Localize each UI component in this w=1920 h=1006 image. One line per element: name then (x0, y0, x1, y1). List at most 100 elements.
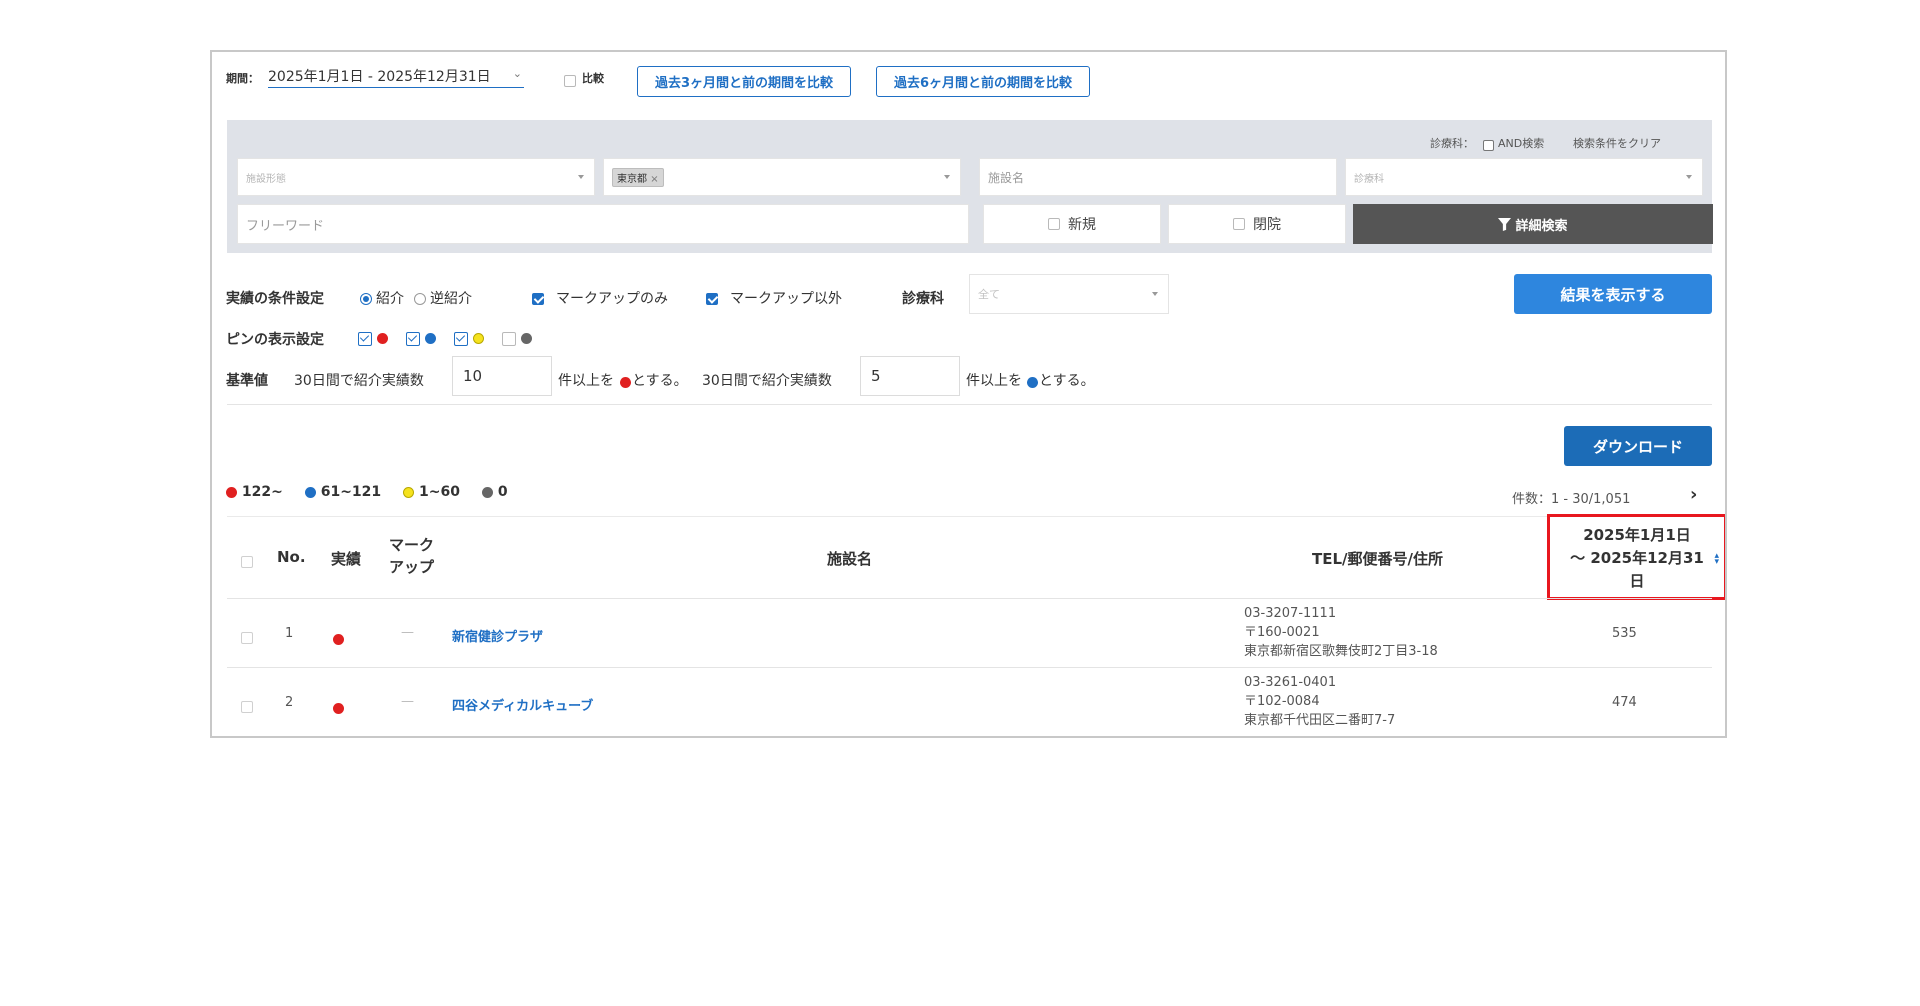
header-contact[interactable]: TEL/郵便番号/住所 (1312, 548, 1443, 569)
remove-tag-icon: × (650, 173, 659, 185)
legend-yellow-icon (403, 486, 415, 498)
header-facility[interactable]: 施設名 (827, 548, 872, 569)
new-filter-label: 新規 (1068, 217, 1096, 233)
compare-checkbox[interactable] (564, 70, 576, 89)
pin-display-label: ピンの表示設定 (226, 332, 324, 348)
download-button[interactable]: ダウンロード (1564, 426, 1712, 466)
blue-dot-icon (1027, 372, 1038, 391)
red-pin-icon (377, 333, 389, 344)
pin-gray-checkbox[interactable] (502, 328, 533, 347)
markup-other-checkbox[interactable] (706, 288, 718, 307)
table-row[interactable]: 1 — 新宿健診プラザ 03-3207-1111 〒160-0021 東京都新宿区歌… (227, 599, 1712, 667)
baseline-text-2: 件以上を (558, 373, 614, 389)
header-no[interactable]: No. (277, 548, 306, 566)
compare-label: 比較 (582, 72, 604, 85)
row-checkbox[interactable] (241, 627, 253, 646)
facility-type-placeholder: 施設形態 (246, 173, 286, 185)
legend-item: 61~121 (304, 484, 381, 500)
legend-item: 0 (482, 484, 508, 500)
gray-pin-icon (521, 333, 533, 344)
legend: 122~ 61~121 1~60 0 (226, 484, 508, 500)
reverse-referral-radio[interactable] (414, 288, 426, 307)
markup-other-label: マークアップ以外 (730, 291, 842, 307)
pin-red-checkbox[interactable] (358, 328, 389, 347)
sort-icon[interactable]: ▴ ▾ (1714, 552, 1719, 567)
clear-search-link[interactable]: 検索条件をクリア (1573, 135, 1661, 151)
department-search-label: 診療科： (1430, 137, 1474, 150)
baseline-label: 基準値 (226, 373, 268, 389)
freeword-input[interactable]: フリーワード (237, 204, 969, 244)
facility-name-input[interactable]: 施設名 (979, 158, 1337, 196)
header-performance[interactable]: 実績 (331, 548, 361, 569)
result-count: 件数：1 - 30/1,051 (1512, 492, 1631, 507)
legend-gray-icon (482, 486, 493, 498)
closed-filter-toggle[interactable]: 閉院 (1168, 204, 1346, 244)
row-contact: 03-3207-1111 〒160-0021 東京都新宿区歌舞伎町2丁目3-18 (1244, 606, 1438, 659)
row-no: 2 (285, 695, 294, 710)
detail-search-button[interactable]: 詳細検索 (1353, 204, 1713, 244)
department-condition-label: 診療科 (902, 291, 944, 307)
legend-item: 122~ (226, 484, 283, 500)
header-markup[interactable]: マーク アップ (389, 534, 434, 578)
show-results-button[interactable]: 結果を表示する (1514, 274, 1712, 314)
next-page-icon[interactable]: › (1690, 484, 1697, 505)
compare-6m-button[interactable]: 過去6ヶ月間と前の期間を比較 (876, 66, 1090, 97)
period-label: 期間： (226, 72, 259, 85)
new-filter-toggle[interactable]: 新規 (983, 204, 1161, 244)
row-markup: — (401, 625, 414, 640)
row-markup: — (401, 694, 414, 709)
table-row[interactable]: 2 — 四谷メディカルキューブ 03-3261-0401 〒102-0084 東京都… (227, 668, 1712, 736)
facility-link[interactable]: 四谷メディカルキューブ (452, 695, 593, 714)
filter-icon (1498, 217, 1512, 231)
performance-red-icon (333, 629, 344, 648)
performance-condition-label: 実績の条件設定 (226, 291, 324, 307)
header-period[interactable]: 2025年1月1日 〜 2025年12月31 日 ▴ ▾ (1547, 514, 1725, 600)
department-placeholder: 診療科 (1354, 173, 1384, 185)
yellow-pin-icon (473, 333, 485, 344)
period-select[interactable]: 2025年1月1日 - 2025年12月31日 ⌄ (268, 66, 524, 88)
search-panel: 診療科： AND検索 検索条件をクリア 施設形態 東京都 × 施設名 診療科 フ… (227, 120, 1713, 253)
markup-only-checkbox[interactable] (532, 288, 544, 307)
period-value: 2025年1月1日 - 2025年12月31日 (268, 69, 491, 85)
reverse-referral-label: 逆紹介 (430, 291, 472, 307)
markup-only-label: マークアップのみ (556, 291, 668, 307)
divider (227, 404, 1712, 405)
blue-pin-icon (425, 333, 437, 344)
row-value: 474 (1612, 695, 1637, 710)
baseline-text-1: 30日間で紹介実績数 (294, 373, 424, 389)
baseline-text-5: 件以上を (966, 373, 1022, 389)
legend-blue-icon (304, 486, 316, 498)
report-panel: 期間： 2025年1月1日 - 2025年12月31日 ⌄ 比較 過去3ヶ月間と… (210, 50, 1727, 738)
and-search-checkbox[interactable] (1483, 135, 1494, 154)
baseline-text-3: とする。 (632, 373, 688, 389)
prefecture-tag: 東京都 × (612, 167, 664, 187)
facility-link[interactable]: 新宿健診プラザ (452, 626, 543, 645)
referral-radio[interactable] (360, 288, 372, 307)
row-contact: 03-3261-0401 〒102-0084 東京都千代田区二番町7-7 (1244, 675, 1396, 728)
department-select[interactable]: 診療科 (1345, 158, 1703, 196)
legend-red-icon (226, 486, 237, 498)
baseline-input-1[interactable]: 10 (452, 356, 552, 396)
select-all-checkbox[interactable] (241, 551, 253, 570)
red-dot-icon (620, 372, 631, 391)
performance-red-icon (333, 698, 344, 717)
department-condition-select[interactable]: 全て (969, 274, 1169, 314)
and-search-label: AND検索 (1498, 137, 1545, 150)
detail-search-label: 詳細検索 (1515, 218, 1568, 234)
row-checkbox[interactable] (241, 696, 253, 715)
results-table: No. 実績 マーク アップ 施設名 TEL/郵便番号/住所 2025年1月1日 … (227, 514, 1725, 736)
department-condition-value: 全て (978, 288, 1000, 301)
compare-3m-button[interactable]: 過去3ヶ月間と前の期間を比較 (637, 66, 851, 97)
legend-item: 1~60 (403, 484, 460, 500)
pin-blue-checkbox[interactable] (406, 328, 437, 347)
prefecture-select[interactable]: 東京都 × (603, 158, 961, 196)
pin-yellow-checkbox[interactable] (454, 328, 485, 347)
row-no: 1 (285, 626, 294, 641)
chevron-down-icon: ⌄ (512, 67, 522, 80)
baseline-text-4: 30日間で紹介実績数 (702, 373, 832, 389)
baseline-input-2[interactable]: 5 (860, 356, 960, 396)
referral-label: 紹介 (376, 291, 404, 307)
facility-type-select[interactable]: 施設形態 (237, 158, 595, 196)
baseline-text-6: とする。 (1039, 373, 1095, 389)
closed-filter-label: 閉院 (1253, 217, 1281, 233)
